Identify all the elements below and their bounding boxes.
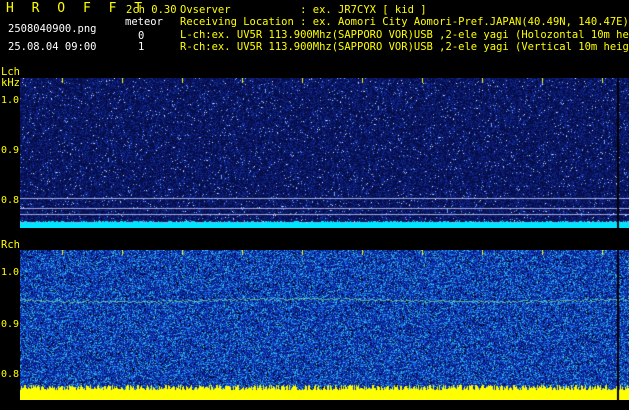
date-time: 25.08.04 09:00	[8, 41, 97, 53]
lch-tick-0-8: 0.8	[1, 195, 20, 206]
rch-meteor-count: 1	[138, 41, 145, 53]
app-version: 2ch 0.30	[126, 4, 177, 16]
rch-spectrogram	[20, 250, 629, 400]
rch-tick-0-9: 0.9	[1, 319, 20, 330]
lch-spectrogram	[20, 78, 629, 228]
rch-tick-0-8: 0.8	[1, 369, 20, 380]
lch-meteor-count: 0	[138, 30, 145, 42]
lch-tick-0-9: 0.9	[1, 145, 20, 156]
rch-label: Rch	[1, 239, 20, 251]
lch-label: Lch	[1, 66, 20, 78]
observer-line: Ovserver : ex. JR7CYX [ kid ]	[180, 4, 427, 16]
rch-tick-1-0: 1.0	[1, 267, 20, 278]
rch-info-line: R-ch:ex. UV5R 113.900Mhz(SAPPORO VOR)USB…	[180, 41, 629, 53]
location-line: Receiving Location : ex. Aomori City Aom…	[180, 16, 629, 28]
lch-info-line: L-ch:ex. UV5R 113.900Mhz(SAPPORO VOR)USB…	[180, 29, 629, 41]
meteor-label: meteor	[125, 16, 163, 28]
file-name: 2508040900.png	[8, 23, 97, 35]
lch-tick-1-0: 1.0	[1, 95, 20, 106]
lch-unit-label: kHz	[1, 77, 20, 89]
